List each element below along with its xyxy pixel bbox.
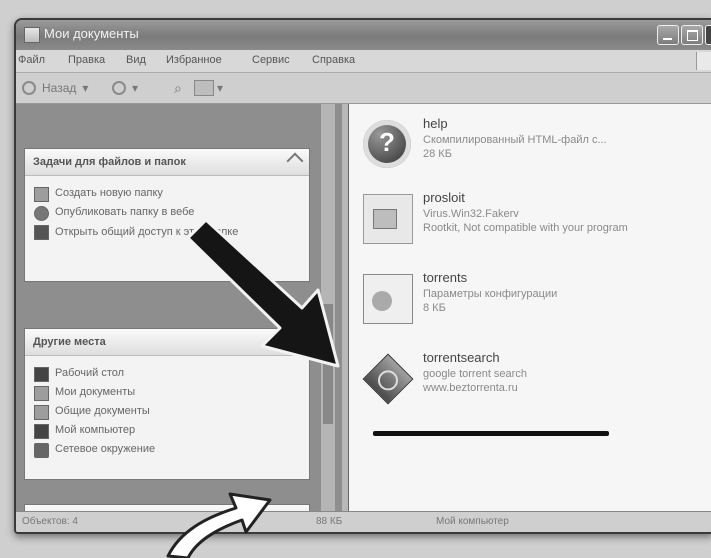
back-label: Назад bbox=[42, 81, 77, 95]
tasks-panel: Задачи для файлов и папок Создать новую … bbox=[24, 148, 310, 282]
place-label: Рабочий стол bbox=[55, 367, 125, 379]
highlight-underline bbox=[373, 431, 609, 436]
places-panel: Другие места Рабочий стол Мои документы … bbox=[24, 328, 310, 480]
forward-arrow-icon bbox=[112, 81, 126, 95]
file-size: 28 КБ bbox=[423, 148, 452, 160]
dropdown-icon: ▾ bbox=[132, 81, 139, 95]
computer-icon bbox=[34, 424, 49, 439]
places-panel-header[interactable]: Другие места bbox=[25, 329, 309, 356]
place-desktop[interactable]: Рабочий стол bbox=[25, 364, 309, 383]
file-item-torrents[interactable]: torrents Параметры конфигурации 8 КБ bbox=[363, 270, 703, 336]
file-type: Virus.Win32.Fakerv bbox=[423, 208, 519, 220]
task-pane: Задачи для файлов и папок Создать новую … bbox=[16, 104, 342, 532]
menu-file[interactable]: Файл bbox=[18, 54, 45, 66]
file-item-torrentsearch[interactable]: torrentsearch google torrent search www.… bbox=[362, 350, 703, 416]
back-arrow-icon bbox=[22, 81, 36, 95]
explorer-window: Мои документы Файл Правка Вид Избранное … bbox=[14, 18, 711, 534]
help-file-icon bbox=[363, 120, 411, 168]
file-name: torrents bbox=[423, 270, 468, 285]
folder-icon bbox=[34, 386, 49, 401]
folder-icon bbox=[34, 405, 49, 420]
app-diamond-icon bbox=[362, 353, 414, 405]
file-desc: google torrent search bbox=[423, 368, 527, 380]
file-name: help bbox=[423, 116, 448, 131]
new-folder-icon bbox=[34, 187, 49, 202]
collapse-icon[interactable] bbox=[286, 152, 304, 170]
forward-button[interactable]: ▾ bbox=[112, 79, 138, 97]
menu-bar: Файл Правка Вид Избранное Сервис Справка bbox=[16, 50, 711, 73]
config-file-icon bbox=[363, 274, 413, 324]
place-label: Общие документы bbox=[55, 405, 150, 417]
place-shared-documents[interactable]: Общие документы bbox=[25, 402, 309, 421]
dropdown-icon: ▾ bbox=[217, 81, 224, 95]
place-my-documents[interactable]: Мои документы bbox=[25, 383, 309, 402]
file-name: torrentsearch bbox=[423, 350, 500, 365]
desktop-icon bbox=[34, 367, 49, 382]
status-size: 88 КБ bbox=[316, 516, 343, 527]
task-new-folder[interactable]: Создать новую папку bbox=[25, 184, 309, 203]
menu-help[interactable]: Справка bbox=[312, 54, 355, 66]
views-button[interactable]: ▾ bbox=[194, 79, 223, 97]
menu-favorites[interactable]: Избранное bbox=[166, 54, 222, 66]
left-scrollbar[interactable] bbox=[321, 104, 335, 512]
file-desc: Rootkit, Not compatible with your progra… bbox=[423, 222, 628, 234]
tasks-panel-title: Задачи для файлов и папок bbox=[33, 156, 186, 168]
places-panel-title: Другие места bbox=[33, 336, 106, 348]
maximize-button[interactable] bbox=[681, 25, 703, 45]
file-type: Скомпилированный HTML-файл с... bbox=[423, 134, 607, 146]
search-icon: ⌕ bbox=[174, 79, 182, 96]
task-label: Открыть общий доступ к этой папке bbox=[55, 226, 239, 238]
views-icon bbox=[194, 80, 214, 96]
toolbar: Назад ▾ ▾ ⌕ ▾ bbox=[16, 73, 711, 104]
file-size: 8 КБ bbox=[423, 302, 446, 314]
back-button[interactable]: Назад ▾ bbox=[22, 79, 88, 97]
status-objects: Объектов: 4 bbox=[22, 516, 78, 527]
share-icon bbox=[34, 225, 49, 240]
globe-icon bbox=[34, 206, 49, 221]
file-list: help Скомпилированный HTML-файл с... 28 … bbox=[348, 104, 711, 512]
window-title: Мои документы bbox=[44, 26, 139, 41]
file-name: prosloit bbox=[423, 190, 465, 205]
file-url: www.beztorrenta.ru bbox=[423, 382, 518, 394]
task-label: Создать новую папку bbox=[55, 187, 163, 199]
menu-view[interactable]: Вид bbox=[126, 54, 146, 66]
task-publish-web[interactable]: Опубликовать папку в вебе bbox=[25, 203, 309, 222]
menu-tools[interactable]: Сервис bbox=[252, 54, 290, 66]
file-type: Параметры конфигурации bbox=[423, 288, 558, 300]
network-icon bbox=[34, 443, 49, 458]
place-network[interactable]: Сетевое окружение bbox=[25, 440, 309, 459]
status-bar: Объектов: 4 88 КБ Мой компьютер bbox=[16, 511, 711, 532]
folder-icon bbox=[24, 27, 40, 43]
windows-flag-icon bbox=[696, 52, 711, 70]
close-button[interactable] bbox=[705, 25, 711, 45]
dropdown-icon: ▾ bbox=[82, 81, 89, 95]
tasks-panel-header[interactable]: Задачи для файлов и папок bbox=[25, 149, 309, 176]
place-label: Мои документы bbox=[55, 386, 136, 398]
scroll-thumb[interactable] bbox=[323, 304, 333, 424]
menu-edit[interactable]: Правка bbox=[68, 54, 105, 66]
title-bar[interactable]: Мои документы bbox=[16, 20, 711, 50]
curved-arrow-icon bbox=[166, 492, 272, 558]
task-label: Опубликовать папку в вебе bbox=[55, 206, 195, 218]
place-my-computer[interactable]: Мой компьютер bbox=[25, 421, 309, 440]
document-icon bbox=[363, 194, 413, 244]
search-button[interactable]: ⌕ bbox=[174, 79, 182, 97]
place-label: Мой компьютер bbox=[55, 424, 136, 436]
minimize-button[interactable] bbox=[657, 25, 679, 45]
file-item-prosloit[interactable]: prosloit Virus.Win32.Fakerv Rootkit, Not… bbox=[363, 190, 703, 256]
file-item-help[interactable]: help Скомпилированный HTML-файл с... 28 … bbox=[363, 116, 703, 182]
place-label: Сетевое окружение bbox=[55, 443, 156, 455]
task-share[interactable]: Открыть общий доступ к этой папке bbox=[25, 222, 285, 240]
status-location: Мой компьютер bbox=[436, 516, 509, 527]
